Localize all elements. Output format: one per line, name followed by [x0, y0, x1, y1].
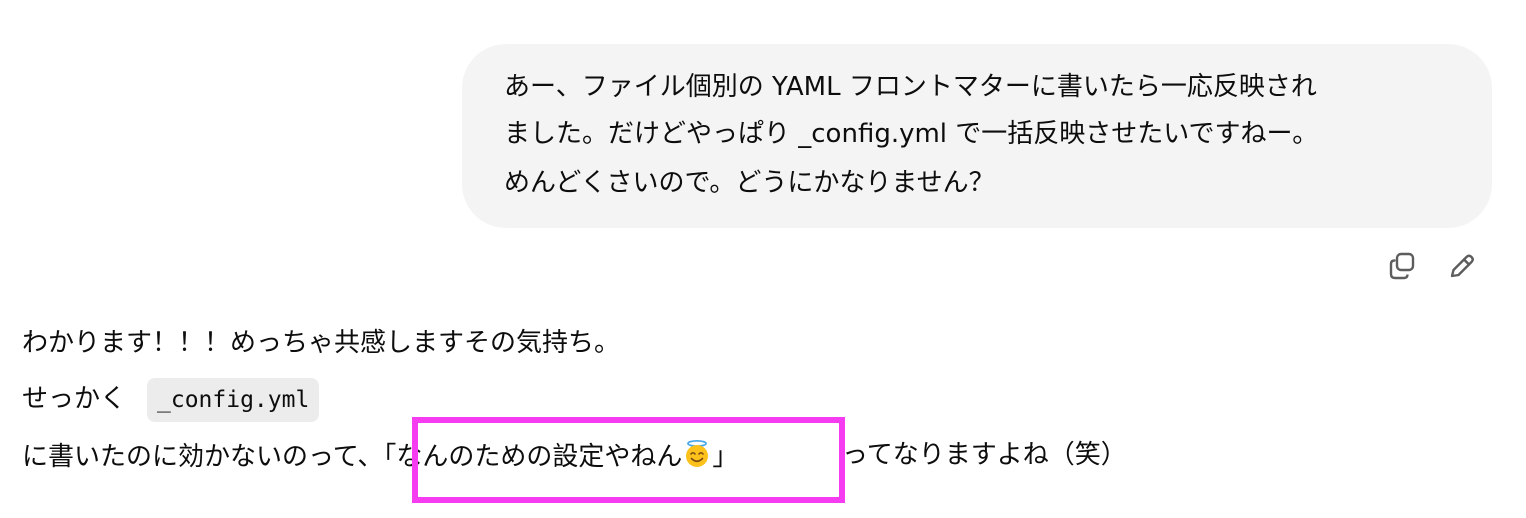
assistant-line-prefix: に書いたのに効かないのって、	[22, 442, 384, 472]
pencil-icon[interactable]	[1444, 248, 1480, 284]
user-message-line: めんどくさいので。どうにかなりません？	[504, 168, 995, 198]
assistant-line-suffix: ってなりますよね（笑）	[842, 440, 1127, 470]
assistant-line: わかります！！！めっちゃ共感しますその気持ち。	[22, 328, 621, 358]
inline-code-config: _config.yml	[147, 378, 320, 422]
copy-icon[interactable]	[1384, 248, 1420, 284]
user-message-bubble: あー、ファイル個別の YAML フロントマターに書いたら一応反映され ました。だ…	[462, 44, 1492, 228]
highlight-annotation-box	[412, 417, 845, 503]
assistant-line-prefix: せっかく	[22, 384, 127, 414]
user-message-line: ました。だけどやっぱり _config.yml で一括反映させたいですねー。	[504, 119, 1319, 149]
user-message-line: あー、ファイル個別の YAML フロントマターに書いたら一応反映され	[504, 72, 1317, 102]
